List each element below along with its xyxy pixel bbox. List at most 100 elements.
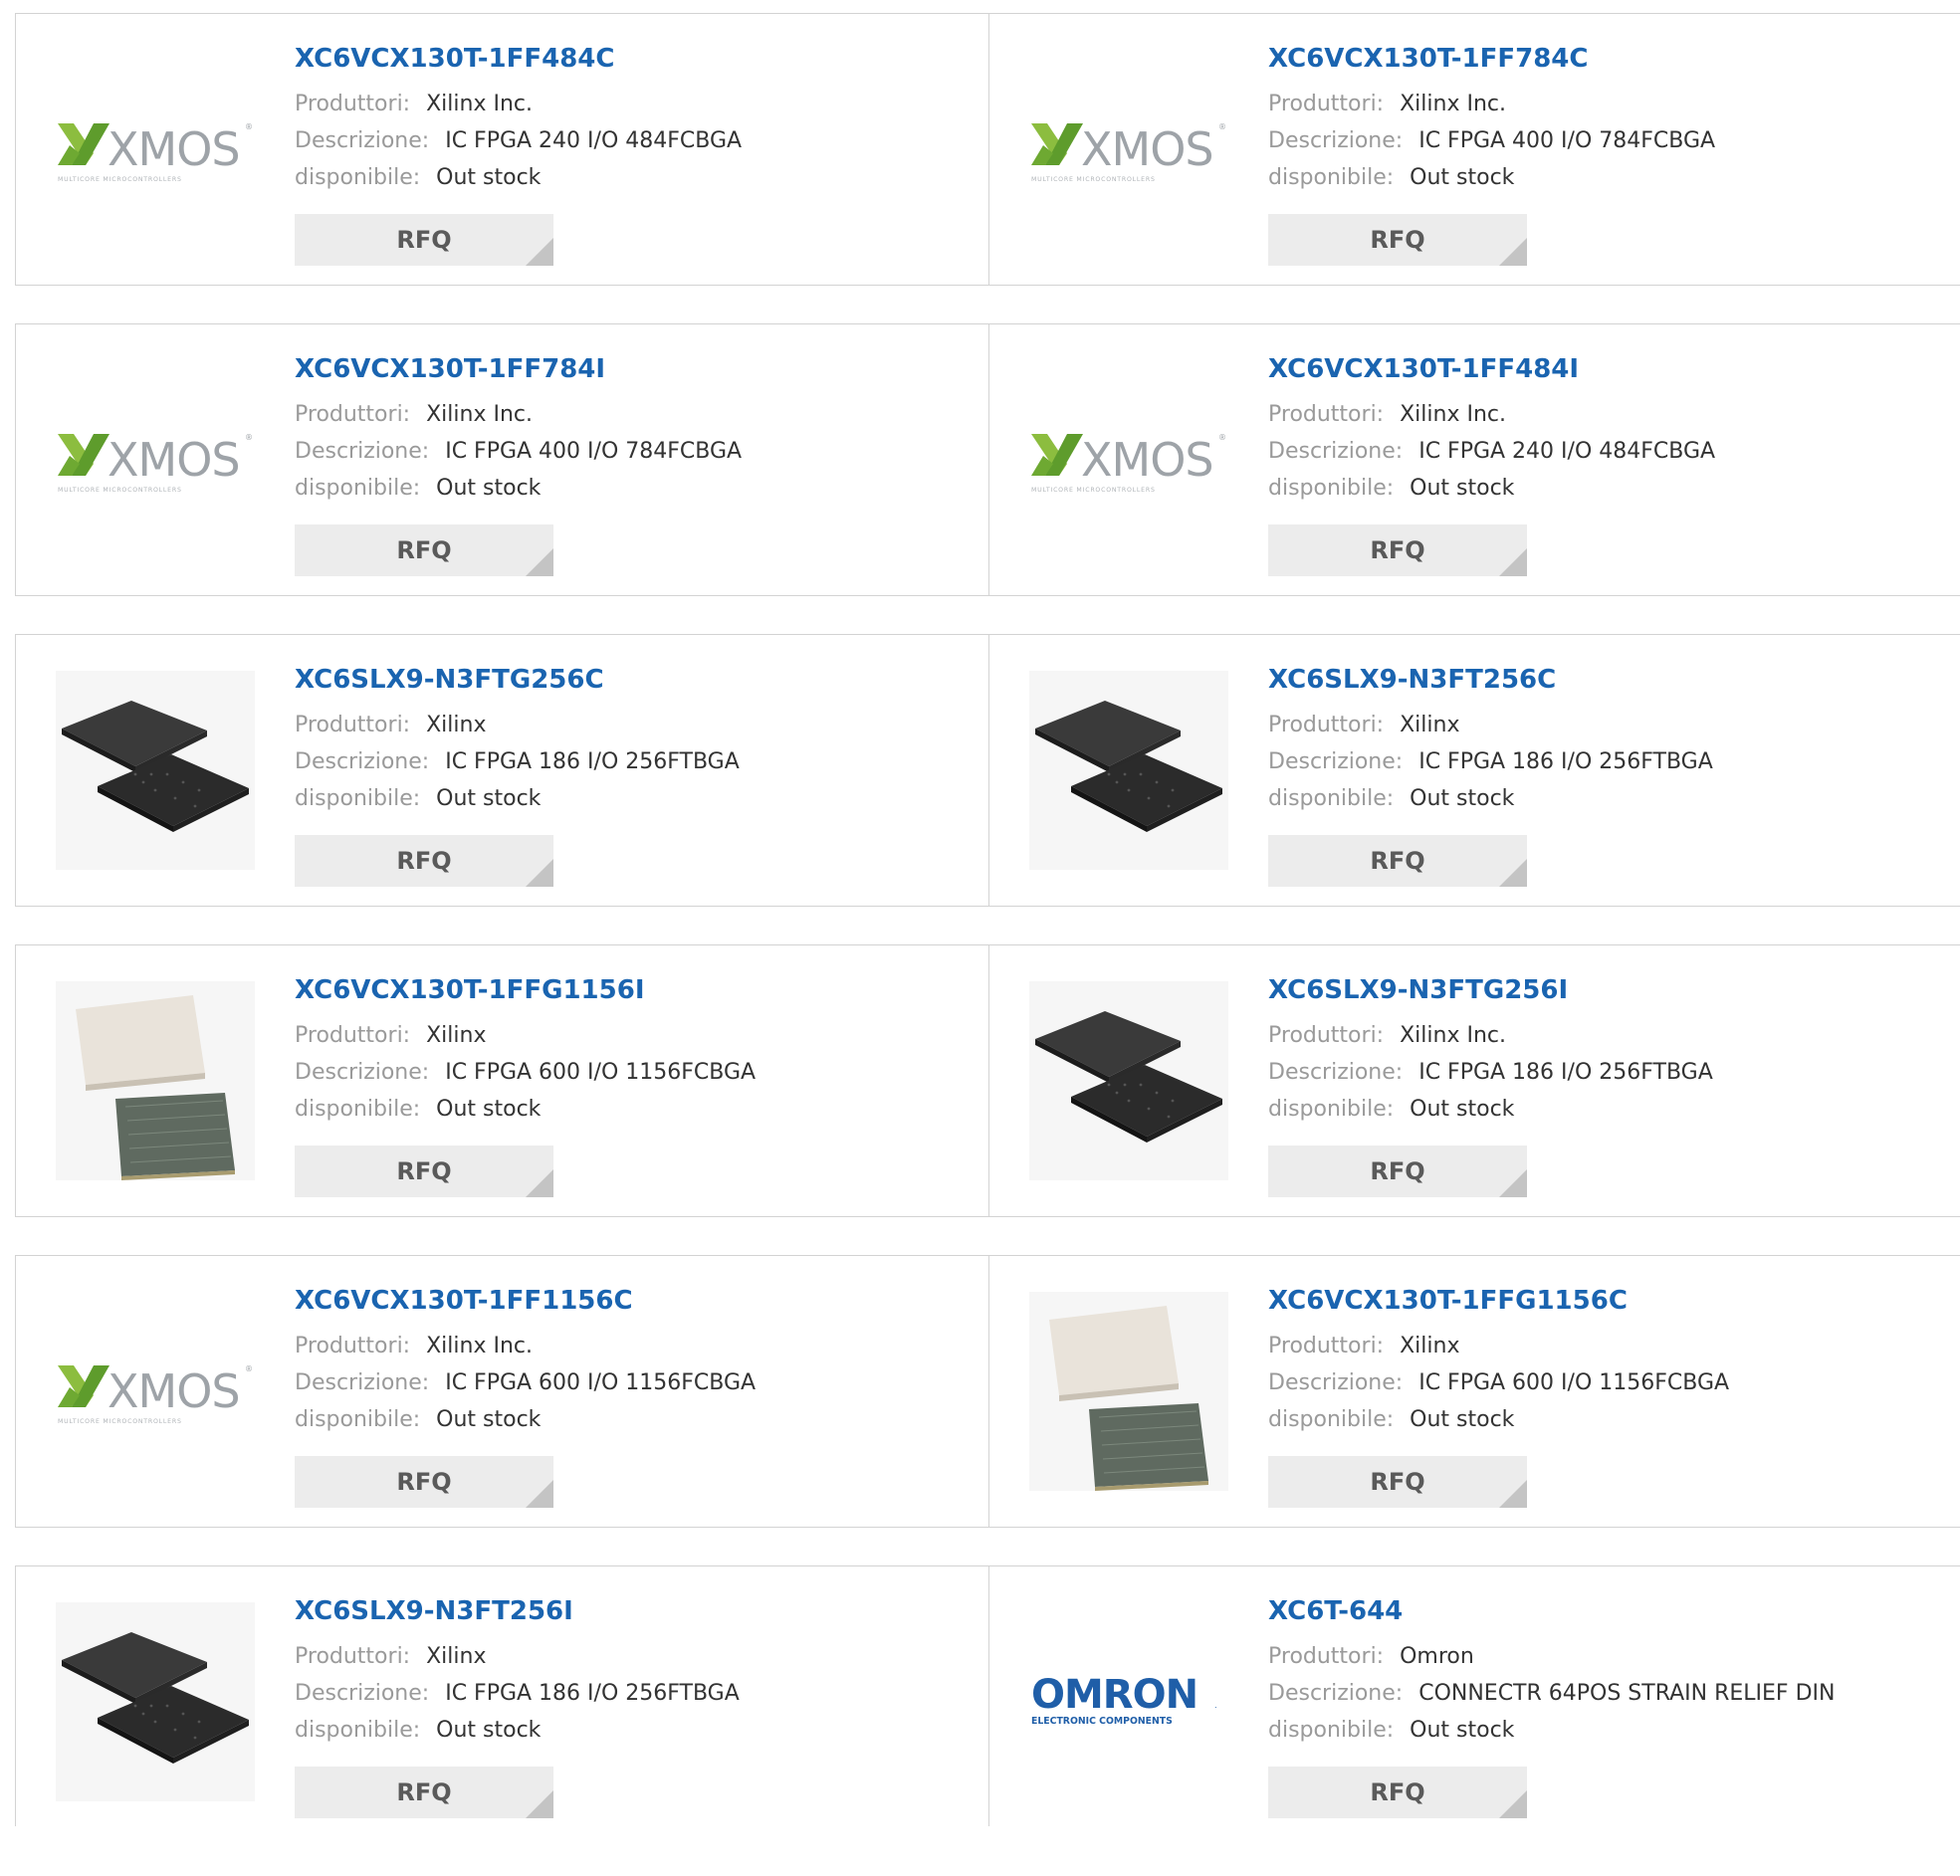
description-value: CONNECTR 64POS STRAIN RELIEF DIN [1418,1681,1836,1706]
chip-photo[interactable] [1029,671,1228,870]
rfq-button[interactable]: RFQ [1268,214,1527,266]
rfq-label: RFQ [396,536,452,564]
description-row: Descrizione: IC FPGA 240 I/O 484FCBGA [295,122,979,159]
part-number-link[interactable]: XC6VCX130T-1FF484C [295,44,979,74]
availability-row: disponibile: Out stock [295,1712,979,1749]
description-row: Descrizione: IC FPGA 400 I/O 784FCBGA [295,433,979,470]
part-number-link[interactable]: XC6VCX130T-1FF484I [1268,354,1950,384]
product-card: XC6SLX9-N3FT256I Produttori: Xilinx Descr… [15,1565,989,1826]
description-label: Descrizione: [295,439,430,464]
part-number-link[interactable]: XC6VCX130T-1FF784I [295,354,979,384]
rfq-label: RFQ [396,847,452,875]
availability-row: disponibile: Out stock [1268,1091,1950,1128]
description-value: IC FPGA 186 I/O 256FTBGA [1418,749,1713,774]
chip-photo[interactable] [56,981,255,1180]
part-number-link[interactable]: XC6VCX130T-1FFG1156I [295,975,979,1005]
description-value: IC FPGA 240 I/O 484FCBGA [445,128,743,153]
svg-text:XMOS: XMOS [1081,122,1213,176]
rfq-button[interactable]: RFQ [295,835,553,887]
product-info: XC6VCX130T-1FF784C Produttori: Xilinx Inc… [1268,44,1950,196]
description-label: Descrizione: [1268,1370,1404,1395]
availability-label: disponibile: [295,1718,421,1743]
corner-triangle-icon [526,238,553,266]
xmos-logo[interactable]: XMOS ® MULTICORE MICROCONTROLLERS [1029,360,1228,559]
svg-text:OMRON: OMRON [1031,1672,1198,1718]
part-number-link[interactable]: XC6VCX130T-1FFG1156C [1268,1286,1950,1316]
description-value: IC FPGA 400 I/O 784FCBGA [1418,128,1716,153]
omron-logo[interactable]: OMRON . ELECTRONIC COMPONENTS [1029,1602,1228,1801]
rfq-button[interactable]: RFQ [295,1767,553,1818]
description-label: Descrizione: [295,128,430,153]
corner-triangle-icon [1499,1480,1527,1508]
producer-row: Produttori: Xilinx Inc. [1268,1017,1950,1054]
xmos-logo[interactable]: XMOS ® MULTICORE MICROCONTROLLERS [56,50,255,249]
rfq-label: RFQ [396,226,452,254]
availability-value: Out stock [1410,1097,1515,1122]
availability-row: disponibile: Out stock [1268,780,1950,817]
availability-label: disponibile: [295,476,421,501]
producer-row: Produttori: Xilinx Inc. [295,396,979,433]
part-number-link[interactable]: XC6SLX9-N3FTG256C [295,665,979,695]
rfq-button[interactable]: RFQ [1268,835,1527,887]
rfq-button[interactable]: RFQ [295,1146,553,1197]
chip-photo[interactable] [56,671,255,870]
chip-photo[interactable] [1029,1292,1228,1491]
description-row: Descrizione: IC FPGA 600 I/O 1156FCBGA [1268,1364,1950,1401]
xmos-logo[interactable]: XMOS ® MULTICORE MICROCONTROLLERS [56,360,255,559]
availability-value: Out stock [436,476,542,501]
product-card: XC6SLX9-N3FTG256I Produttori: Xilinx Inc.… [989,944,1960,1217]
rfq-button[interactable]: RFQ [295,1456,553,1508]
product-card: XMOS ® MULTICORE MICROCONTROLLERS XC6VCX… [989,323,1960,596]
rfq-button[interactable]: RFQ [1268,524,1527,576]
availability-row: disponibile: Out stock [1268,1401,1950,1438]
part-number-link[interactable]: XC6VCX130T-1FF784C [1268,44,1950,74]
description-value: IC FPGA 400 I/O 784FCBGA [445,439,743,464]
part-number-link[interactable]: XC6VCX130T-1FF1156C [295,1286,979,1316]
availability-label: disponibile: [295,1097,421,1122]
rfq-button[interactable]: RFQ [1268,1456,1527,1508]
rfq-button[interactable]: RFQ [295,524,553,576]
availability-row: disponibile: Out stock [1268,470,1950,507]
description-row: Descrizione: IC FPGA 186 I/O 256FTBGA [295,743,979,780]
corner-triangle-icon [526,859,553,887]
producer-row: Produttori: Xilinx [295,1638,979,1675]
xmos-logo[interactable]: XMOS ® MULTICORE MICROCONTROLLERS [1029,50,1228,249]
corner-triangle-icon [526,548,553,576]
svg-text:®: ® [245,1364,253,1373]
availability-label: disponibile: [295,786,421,811]
producer-label: Produttori: [295,92,411,116]
part-number-link[interactable]: XC6SLX9-N3FT256C [1268,665,1950,695]
producer-value: Xilinx Inc. [426,402,533,427]
xmos-logo[interactable]: XMOS ® MULTICORE MICROCONTROLLERS [56,1292,255,1491]
chip-photo[interactable] [1029,981,1228,1180]
part-number-link[interactable]: XC6SLX9-N3FTG256I [1268,975,1950,1005]
producer-label: Produttori: [1268,92,1385,116]
description-label: Descrizione: [1268,128,1404,153]
svg-text:ELECTRONIC COMPONENTS: ELECTRONIC COMPONENTS [1031,1716,1173,1727]
rfq-button[interactable]: RFQ [1268,1146,1527,1197]
availability-label: disponibile: [1268,165,1395,190]
product-card: XC6SLX9-N3FT256C Produttori: Xilinx Descr… [989,634,1960,907]
description-row: Descrizione: IC FPGA 600 I/O 1156FCBGA [295,1054,979,1091]
availability-label: disponibile: [1268,1718,1395,1743]
svg-text:MULTICORE MICROCONTROLLERS: MULTICORE MICROCONTROLLERS [58,487,182,494]
availability-value: Out stock [436,1407,542,1432]
availability-value: Out stock [436,1097,542,1122]
chip-photo[interactable] [56,1602,255,1801]
part-number-link[interactable]: XC6SLX9-N3FT256I [295,1596,979,1626]
product-info: XC6SLX9-N3FT256C Produttori: Xilinx Descr… [1268,665,1950,817]
corner-triangle-icon [526,1480,553,1508]
product-row: XMOS ® MULTICORE MICROCONTROLLERS XC6VCX… [15,1255,1960,1528]
part-number-link[interactable]: XC6T-644 [1268,1596,1950,1626]
product-card: XMOS ® MULTICORE MICROCONTROLLERS XC6VCX… [989,13,1960,286]
rfq-button[interactable]: RFQ [1268,1767,1527,1818]
svg-text:®: ® [245,122,253,131]
corner-triangle-icon [1499,1790,1527,1818]
producer-value: Xilinx [426,1023,487,1048]
description-value: IC FPGA 600 I/O 1156FCBGA [445,1370,757,1395]
svg-text:XMOS: XMOS [108,433,240,487]
description-value: IC FPGA 186 I/O 256FTBGA [445,1681,740,1706]
rfq-button[interactable]: RFQ [295,214,553,266]
availability-label: disponibile: [295,1407,421,1432]
corner-triangle-icon [526,1169,553,1197]
